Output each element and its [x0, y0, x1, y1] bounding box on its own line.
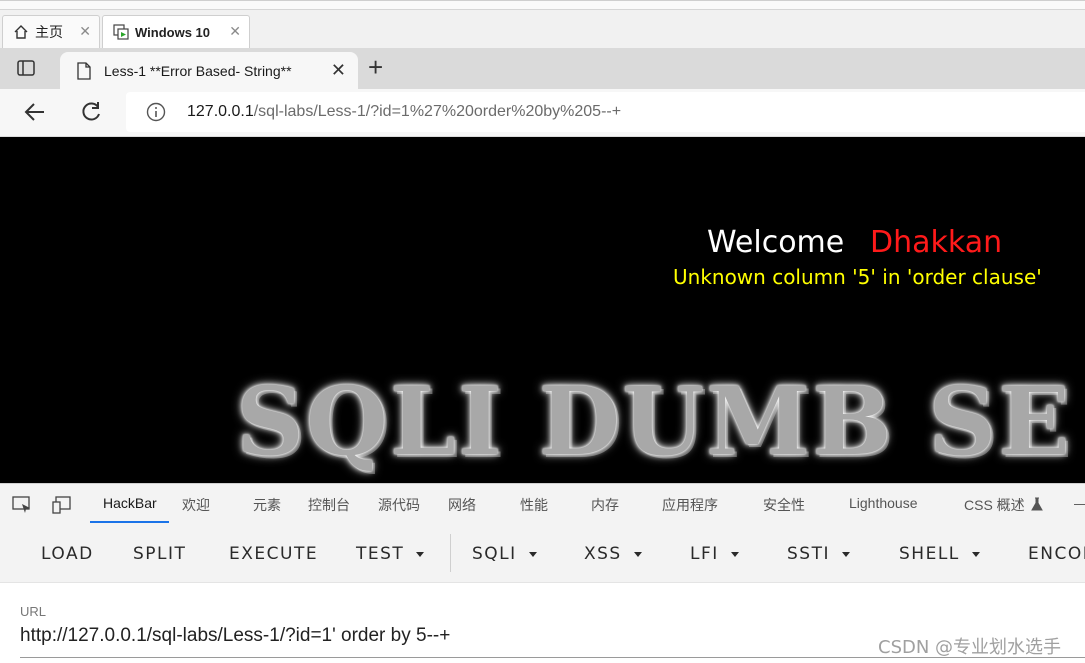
devtools-tab-memory[interactable]: 内存: [591, 495, 619, 515]
shell-dropdown[interactable]: SHELL: [899, 544, 980, 564]
shell-dropdown-label: SHELL: [899, 544, 960, 564]
tab-actions-icon[interactable]: [16, 58, 36, 78]
vm-tab-strip: 主页 ✕ Windows 10 ✕: [0, 0, 1085, 49]
chevron-down-icon: [416, 551, 425, 557]
active-tab-indicator: [90, 521, 169, 523]
load-button-label: LOAD: [41, 544, 94, 564]
sqli-dropdown[interactable]: SQLI: [472, 544, 537, 564]
close-icon[interactable]: ✕: [79, 23, 91, 40]
address-host: 127.0.0.1: [187, 103, 254, 120]
tab-title: Less-1 **Error Based- String**: [104, 62, 292, 79]
test-dropdown-label: TEST: [356, 544, 405, 564]
chevron-down-icon: [841, 551, 850, 557]
toolbar-divider: [450, 534, 451, 572]
home-icon: [13, 24, 29, 40]
chevron-down-icon: [971, 551, 980, 557]
chevron-down-icon: [633, 551, 642, 557]
chevron-down-icon: [730, 551, 739, 557]
devtools-tab-css-overview[interactable]: CSS 概述: [964, 495, 1025, 515]
address-bar[interactable]: 127.0.0.1/sql-labs/Less-1/?id=1%27%20ord…: [126, 92, 1085, 132]
address-url: 127.0.0.1/sql-labs/Less-1/?id=1%27%20ord…: [187, 103, 621, 121]
vm-tab-home[interactable]: 主页 ✕: [2, 15, 100, 48]
username-text: Dhakkan: [870, 225, 1003, 260]
back-arrow-icon[interactable]: [22, 99, 48, 125]
device-toolbar-icon[interactable]: [52, 496, 72, 514]
devtools-tab-bar: HackBar 欢迎 元素 控制台 源代码 网络 性能 内存 应用程序 安全性 …: [0, 483, 1085, 525]
url-field-label: URL: [20, 604, 47, 619]
sql-error-message: Unknown column '5' in 'order clause': [673, 265, 1042, 289]
devtools-tab-security[interactable]: 安全性: [763, 495, 805, 515]
welcome-text: Welcome: [707, 225, 845, 260]
inspect-element-icon[interactable]: [12, 496, 32, 514]
xss-dropdown-label: XSS: [584, 544, 622, 564]
devtools-tab-elements[interactable]: 元素: [253, 495, 281, 515]
load-button[interactable]: LOAD: [41, 544, 94, 564]
test-dropdown[interactable]: TEST: [356, 544, 425, 564]
page-content: Welcome Dhakkan Unknown column '5' in 'o…: [0, 137, 1085, 483]
vm-tab-windows10[interactable]: Windows 10 ✕: [102, 15, 250, 48]
flask-icon: [1031, 497, 1043, 515]
devtools-tab-network[interactable]: 网络: [448, 495, 476, 515]
ssti-dropdown[interactable]: SSTI: [787, 544, 850, 564]
sqli-dropdown-label: SQLI: [472, 544, 517, 564]
execute-button-label: EXECUTE: [229, 544, 319, 564]
close-icon[interactable]: ✕: [229, 23, 241, 40]
xss-dropdown[interactable]: XSS: [584, 544, 642, 564]
devtools-tab-welcome[interactable]: 欢迎: [182, 495, 210, 515]
browser-tab-active[interactable]: Less-1 **Error Based- String** ✕: [60, 52, 358, 89]
devtools-tab-hackbar[interactable]: HackBar: [103, 495, 157, 511]
devtools-tab-console[interactable]: 控制台: [308, 495, 350, 515]
vm-top-edge: [0, 1, 1085, 10]
document-icon: [76, 61, 92, 80]
info-icon[interactable]: [146, 102, 166, 122]
browser-tab-row: Less-1 **Error Based- String** ✕ +: [0, 48, 1085, 89]
encoding-dropdown-label: ENCOD: [1028, 544, 1085, 564]
execute-button[interactable]: EXECUTE: [229, 544, 318, 564]
navigation-bar: 127.0.0.1/sql-labs/Less-1/?id=1%27%20ord…: [0, 89, 1085, 137]
sqli-dumb-series-banner: SQLI DUMB SE: [236, 367, 1072, 477]
chevron-down-icon: [528, 551, 537, 557]
hackbar-toolbar: LOAD SPLIT EXECUTE TEST SQLI XSS LFI SST…: [0, 524, 1085, 583]
reload-icon[interactable]: [78, 99, 104, 125]
lfi-dropdown-label: LFI: [690, 544, 719, 564]
ssti-dropdown-label: SSTI: [787, 544, 830, 564]
devtools-tab-application[interactable]: 应用程序: [662, 495, 718, 515]
close-icon[interactable]: ✕: [331, 60, 346, 81]
vm-icon: [113, 24, 129, 40]
split-button[interactable]: SPLIT: [133, 544, 186, 564]
url-field[interactable]: http://127.0.0.1/sql-labs/Less-1/?id=1' …: [20, 625, 450, 647]
new-tab-icon[interactable]: +: [368, 54, 383, 80]
vm-tab-home-label: 主页: [35, 24, 63, 40]
csdn-watermark: CSDN @专业划水选手: [878, 637, 1062, 658]
devtools-tab-lighthouse[interactable]: Lighthouse: [849, 495, 918, 511]
devtools-tab-sources[interactable]: 源代码: [378, 495, 420, 515]
lfi-dropdown[interactable]: LFI: [690, 544, 739, 564]
encoding-dropdown[interactable]: ENCOD: [1028, 544, 1085, 564]
hackbar-url-panel: URL http://127.0.0.1/sql-labs/Less-1/?id…: [0, 583, 1085, 663]
address-path: /sql-labs/Less-1/?id=1%27%20order%20by%2…: [253, 103, 622, 120]
split-button-label: SPLIT: [133, 544, 187, 564]
devtools-tab-performance[interactable]: 性能: [520, 495, 548, 515]
devtools-more[interactable]: —: [1074, 495, 1085, 511]
vm-tab-windows10-label: Windows 10: [135, 24, 211, 40]
